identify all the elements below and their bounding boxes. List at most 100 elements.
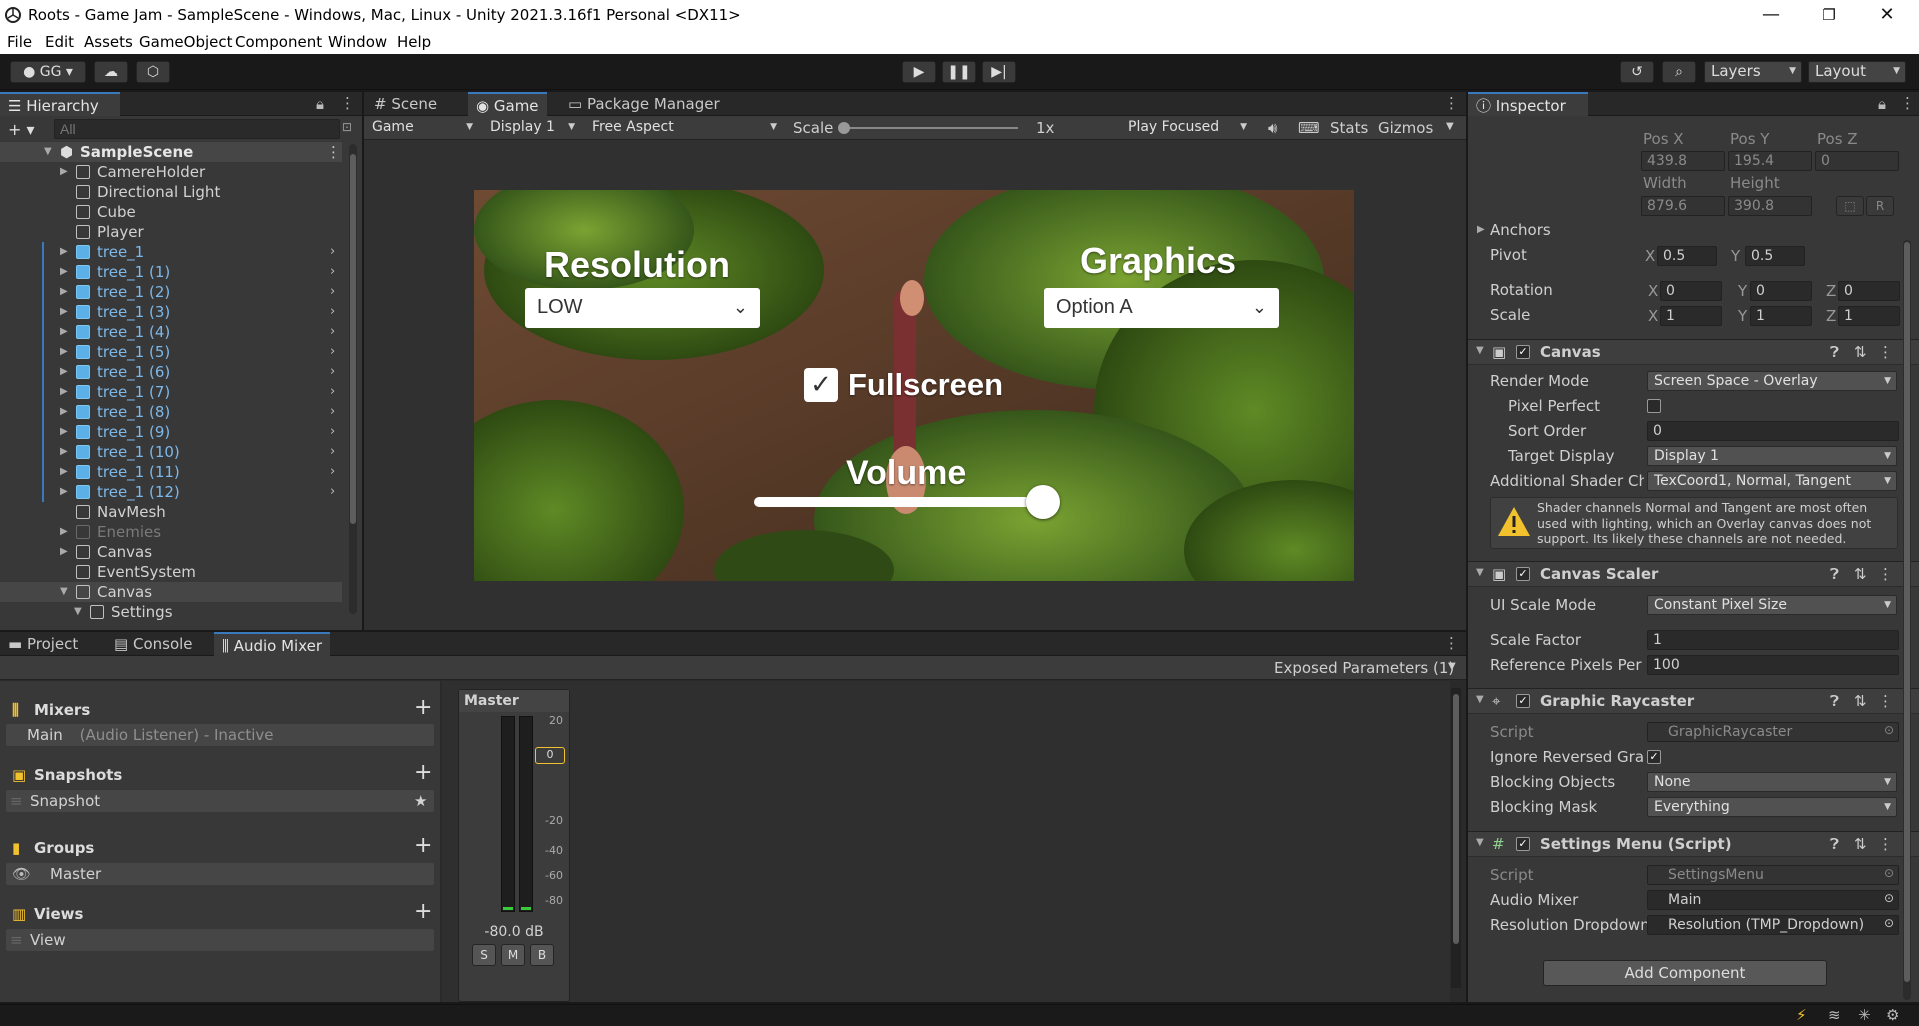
search-filter-icon[interactable]: ⊡ [342, 120, 352, 134]
reference-pixels-field[interactable]: 100 [1647, 655, 1899, 675]
debug-icon[interactable]: ✳ [1858, 1006, 1871, 1024]
hierarchy-item[interactable]: Directional Light [0, 182, 340, 202]
layers-status-icon[interactable]: ≋ [1828, 1006, 1841, 1024]
expand-arrow-icon[interactable]: ▶ [60, 542, 72, 562]
expand-arrow-icon[interactable]: ▶ [60, 362, 72, 382]
add-mixer-button[interactable]: + [414, 695, 432, 720]
expand-arrow-icon[interactable]: ▶ [60, 242, 72, 262]
layout-dropdown[interactable]: Layout [1808, 61, 1906, 83]
foldout-arrow-icon[interactable]: ▼ [1476, 567, 1484, 578]
search-button[interactable]: ⌕ [1662, 61, 1696, 83]
hierarchy-item[interactable]: ▶ tree_1 (1) › [0, 262, 340, 282]
volume-fader-marker[interactable]: 0 [535, 747, 565, 764]
foldout-arrow-icon[interactable]: ▼ [1476, 837, 1484, 848]
prefab-open-chevron-icon[interactable]: › [330, 442, 335, 462]
history-button[interactable]: ↺ [1620, 61, 1654, 83]
display-dropdown[interactable]: Display 1 [484, 118, 580, 138]
fullscreen-checkbox[interactable]: ✓ [804, 368, 838, 402]
expand-arrow-icon[interactable]: ▶ [60, 282, 72, 302]
game-view-dropdown[interactable]: Game [366, 118, 478, 138]
lock-icon[interactable]: 🔒︎ [316, 95, 324, 113]
hierarchy-item[interactable]: ▶ Enemies [0, 522, 340, 542]
foldout-arrow-icon[interactable]: ▼ [1476, 345, 1484, 356]
anchors-label[interactable]: Anchors [1490, 221, 1551, 239]
rotation-z-field[interactable]: 0 [1838, 281, 1900, 301]
mixer-scrollbar[interactable] [1451, 688, 1461, 988]
collab-button[interactable]: ⬡ [136, 61, 170, 83]
hierarchy-item[interactable]: ▶ tree_1 (11) › [0, 462, 340, 482]
height-field[interactable]: 390.8 [1728, 196, 1812, 216]
exposed-parameters-button[interactable]: Exposed Parameters (1) [1274, 659, 1454, 677]
presets-icon[interactable]: ⇅ [1854, 343, 1867, 361]
expand-arrow-icon[interactable]: ▶ [60, 342, 72, 362]
scene-menu-icon[interactable]: ⋮ [326, 142, 341, 162]
pause-button[interactable]: ❚❚ [942, 61, 976, 83]
tab-hierarchy[interactable]: ☰ Hierarchy [0, 92, 120, 116]
pixel-perfect-checkbox[interactable] [1647, 399, 1661, 413]
expand-arrow-icon[interactable]: ▶ [60, 422, 72, 442]
progress-icon[interactable]: ⚡ [1796, 1006, 1807, 1024]
tab-audio-mixer[interactable]: ⫼ Audio Mixer [214, 632, 331, 656]
graphic-raycaster-header[interactable]: ▼ ⌖ ✓ Graphic Raycaster ❓︎ ⇅ ⋮ [1468, 688, 1919, 714]
hierarchy-item[interactable]: ▶ CamereHolder [0, 162, 340, 182]
hierarchy-item[interactable]: ▶ tree_1 (6) › [0, 362, 340, 382]
hierarchy-item[interactable]: EventSystem [0, 562, 340, 582]
component-menu-icon[interactable]: ⋮ [1878, 565, 1893, 583]
solo-button[interactable]: S [472, 944, 496, 966]
expand-arrow-icon[interactable]: ▶ [60, 442, 72, 462]
prefab-open-chevron-icon[interactable]: › [330, 302, 335, 322]
drag-handle-icon[interactable]: ≡ [10, 790, 23, 812]
blueprint-mode-button[interactable]: ⬚ [1836, 196, 1864, 216]
canvas-component-header[interactable]: ▼ ▣ ✓ Canvas ❓︎ ⇅ ⋮ [1468, 339, 1919, 365]
render-mode-dropdown[interactable]: Screen Space - Overlay [1647, 371, 1897, 391]
resolution-dropdown-field[interactable]: Resolution (TMP_Dropdown) [1647, 915, 1899, 935]
object-picker-icon[interactable]: ⊙ [1884, 891, 1894, 905]
settings-menu-enabled-checkbox[interactable]: ✓ [1516, 837, 1530, 851]
menu-gameobject[interactable]: GameObject [139, 33, 233, 51]
add-component-button[interactable]: Add Component [1543, 960, 1827, 986]
expand-arrow-icon[interactable]: ▶ [60, 482, 72, 502]
expand-arrow-icon[interactable]: ▶ [60, 382, 72, 402]
prefab-open-chevron-icon[interactable]: › [330, 462, 335, 482]
expand-arrow-icon[interactable]: ▶ [60, 262, 72, 282]
canvas-enabled-checkbox[interactable]: ✓ [1516, 345, 1530, 359]
blocking-mask-dropdown[interactable]: Everything [1647, 797, 1897, 817]
add-group-button[interactable]: + [414, 833, 432, 858]
play-focused-dropdown[interactable]: Play Focused [1122, 118, 1252, 138]
help-icon[interactable]: ❓︎ [1830, 692, 1839, 710]
audio-mixer-field[interactable]: Main [1647, 890, 1899, 910]
view-item[interactable]: ≡ View [6, 929, 434, 951]
layers-dropdown[interactable]: Layers [1704, 61, 1802, 83]
hierarchy-item[interactable]: ▶ tree_1 (10) › [0, 442, 340, 462]
hierarchy-item[interactable]: ▶ tree_1 (9) › [0, 422, 340, 442]
pivot-y-field[interactable]: 0.5 [1745, 246, 1805, 266]
add-snapshot-button[interactable]: + [414, 760, 432, 785]
menu-edit[interactable]: Edit [45, 33, 74, 51]
hierarchy-item[interactable]: ▶ tree_1 (2) › [0, 282, 340, 302]
hierarchy-item[interactable]: Player [0, 222, 340, 242]
prefab-open-chevron-icon[interactable]: › [330, 282, 335, 302]
raw-edit-button[interactable]: R [1866, 196, 1894, 216]
hierarchy-item[interactable]: ▶ tree_1 (7) › [0, 382, 340, 402]
expand-arrow-icon[interactable]: ▶ [60, 322, 72, 342]
cloud-button[interactable]: ☁ [94, 61, 128, 83]
expand-arrow-icon[interactable]: ▶ [60, 522, 72, 542]
presets-icon[interactable]: ⇅ [1854, 835, 1867, 853]
pos-z-field[interactable]: 0 [1815, 151, 1899, 171]
volume-slider[interactable] [754, 485, 1060, 519]
maximize-button[interactable]: ❐ [1806, 0, 1852, 30]
center-menu-icon[interactable]: ⋮ [1444, 94, 1459, 112]
pivot-x-field[interactable]: 0.5 [1657, 246, 1717, 266]
tab-inspector[interactable]: ⓘ Inspector [1468, 92, 1588, 116]
prefab-open-chevron-icon[interactable]: › [330, 342, 335, 362]
step-button[interactable]: ▶| [982, 61, 1016, 83]
mute-audio-icon[interactable]: 🔊︎ [1268, 119, 1277, 137]
hierarchy-item[interactable]: ▶ tree_1 (8) › [0, 402, 340, 422]
shader-channels-dropdown[interactable]: TexCoord1, Normal, Tangent [1647, 471, 1897, 491]
close-button[interactable]: ✕ [1864, 0, 1910, 30]
component-menu-icon[interactable]: ⋮ [1878, 835, 1893, 853]
expand-arrow-icon[interactable]: ▶ [60, 162, 72, 182]
hierarchy-item[interactable]: ▶ Canvas [0, 542, 340, 562]
prefab-open-chevron-icon[interactable]: › [330, 422, 335, 442]
graphics-dropdown[interactable]: Option A ⌄ [1044, 288, 1279, 328]
